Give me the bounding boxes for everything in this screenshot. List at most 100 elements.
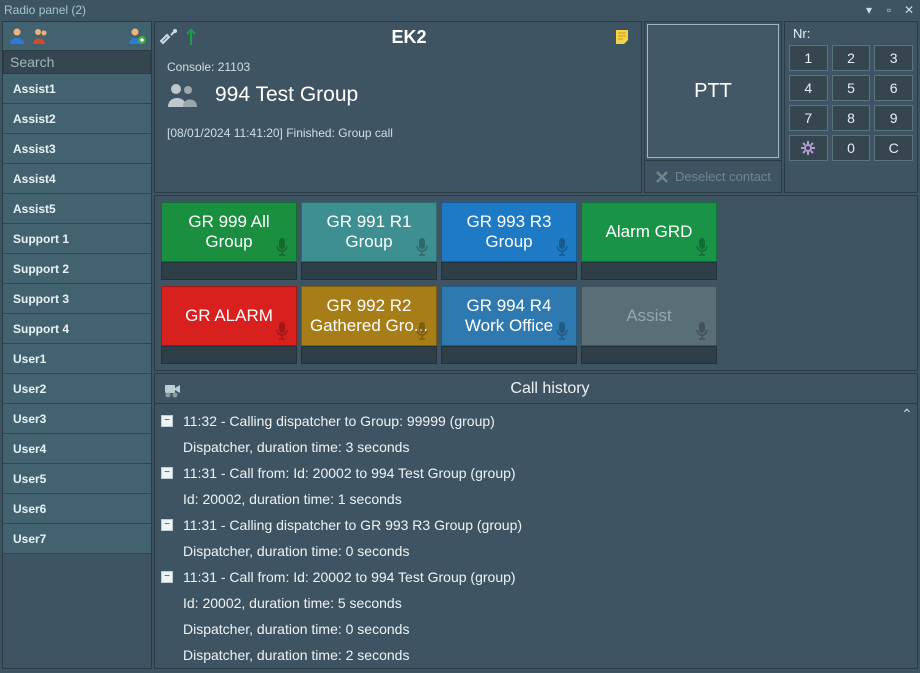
history-line: Dispatcher, duration time: 0 seconds xyxy=(183,619,516,639)
sidebar-item[interactable]: User7 xyxy=(3,524,151,554)
ptt-label: PTT xyxy=(694,80,732,103)
history-line: Id: 20002, duration time: 1 seconds xyxy=(183,489,516,509)
mic-icon xyxy=(414,321,430,341)
tile-button[interactable]: GR 991 R1 Group xyxy=(301,202,437,262)
history-lines: 11:31 - Call from: Id: 20002 to 994 Test… xyxy=(183,463,516,509)
sidebar-item[interactable]: User1 xyxy=(3,344,151,374)
main: EK2 Console: 21103 994 Test Group [08/01… xyxy=(154,21,918,669)
search-input[interactable] xyxy=(3,50,151,74)
history-item: −11:31 - Call from: Id: 20002 to 994 Tes… xyxy=(161,564,917,668)
sidebar-item[interactable]: User3 xyxy=(3,404,151,434)
sidebar-item[interactable]: Support 3 xyxy=(3,284,151,314)
sidebar-item[interactable]: Assist3 xyxy=(3,134,151,164)
history-line: Dispatcher, duration time: 3 seconds xyxy=(183,437,495,457)
call-history-panel: Call history ⌃ −11:32 - Calling dispatch… xyxy=(154,373,918,669)
tile: GR 993 R3 Group xyxy=(441,202,577,280)
history-line: Dispatcher, duration time: 0 seconds xyxy=(183,541,522,561)
numkey-4[interactable]: 4 xyxy=(789,75,828,101)
numpad-label: Nr: xyxy=(787,24,915,45)
scroll-up-icon[interactable]: ⌃ xyxy=(901,406,915,420)
tile: GR 991 R1 Group xyxy=(301,202,437,280)
sidebar-item[interactable]: Support 4 xyxy=(3,314,151,344)
numkey-8[interactable]: 8 xyxy=(832,105,871,131)
collapse-toggle[interactable]: − xyxy=(161,571,173,583)
tile-label: Alarm GRD xyxy=(606,222,693,242)
sidebar-item[interactable]: User4 xyxy=(3,434,151,464)
sidebar-item[interactable]: Assist1 xyxy=(3,74,151,104)
tile-label: GR ALARM xyxy=(185,306,273,326)
deselect-contact-button[interactable]: Deselect contact xyxy=(645,160,781,192)
close-icon[interactable]: ✕ xyxy=(902,3,916,17)
collapse-toggle[interactable]: − xyxy=(161,467,173,479)
numkey-5[interactable]: 5 xyxy=(832,75,871,101)
history-item: −11:31 - Calling dispatcher to GR 993 R3… xyxy=(161,512,917,564)
sidebar: Assist1Assist2Assist3Assist4Assist5Suppo… xyxy=(2,21,152,669)
user-list: Assist1Assist2Assist3Assist4Assist5Suppo… xyxy=(3,74,151,668)
history-line: 11:31 - Call from: Id: 20002 to 994 Test… xyxy=(183,463,516,483)
tile: Assist xyxy=(581,286,717,364)
tile-button[interactable]: Alarm GRD xyxy=(581,202,717,262)
add-contact-icon[interactable] xyxy=(127,26,147,46)
tile-label: GR 991 R1 Group xyxy=(308,212,430,252)
history-item: −11:31 - Call from: Id: 20002 to 994 Tes… xyxy=(161,460,917,512)
sidebar-item[interactable]: User2 xyxy=(3,374,151,404)
mic-icon xyxy=(694,321,710,341)
tile-status-bar xyxy=(161,262,297,280)
titlebar: Radio panel (2) ▾ ▫ ✕ xyxy=(0,0,920,20)
group-name: 994 Test Group xyxy=(215,83,358,107)
ptt-button[interactable]: PTT xyxy=(647,24,779,158)
numkey-7[interactable]: 7 xyxy=(789,105,828,131)
sidebar-item[interactable]: User6 xyxy=(3,494,151,524)
numkey-9[interactable]: 9 xyxy=(874,105,913,131)
maximize-icon[interactable]: ▫ xyxy=(882,3,896,17)
sticky-note-icon[interactable] xyxy=(613,27,633,47)
tile-status-bar xyxy=(581,346,717,364)
numkey-3[interactable]: 3 xyxy=(874,45,913,71)
tile: GR 992 R2 Gathered Gro... xyxy=(301,286,437,364)
tools-icon[interactable] xyxy=(159,27,179,47)
tile-status-bar xyxy=(441,346,577,364)
tile-grid: GR 999 All Group GR 991 R1 Group GR 993 R3… xyxy=(154,195,918,371)
collapse-toggle[interactable]: − xyxy=(161,519,173,531)
tile-button[interactable]: GR 992 R2 Gathered Gro... xyxy=(301,286,437,346)
history-body: ⌃ −11:32 - Calling dispatcher to Group: … xyxy=(155,404,917,668)
tile-button[interactable]: GR 994 R4 Work Office xyxy=(441,286,577,346)
group-line: 994 Test Group xyxy=(167,82,629,108)
mic-icon xyxy=(414,237,430,257)
tile: GR 999 All Group xyxy=(161,202,297,280)
minimize-icon[interactable]: ▾ xyxy=(862,3,876,17)
mic-icon xyxy=(274,237,290,257)
contacts-group-icon[interactable] xyxy=(31,26,51,46)
sidebar-item[interactable]: Assist5 xyxy=(3,194,151,224)
history-item: −11:32 - Calling dispatcher to Group: 99… xyxy=(161,408,917,460)
sidebar-item[interactable]: Assist2 xyxy=(3,104,151,134)
mic-icon xyxy=(554,237,570,257)
numkey-6[interactable]: 6 xyxy=(874,75,913,101)
contacts-single-icon[interactable] xyxy=(7,26,27,46)
tile-button[interactable]: GR ALARM xyxy=(161,286,297,346)
sidebar-item[interactable]: Assist4 xyxy=(3,164,151,194)
history-line: 11:32 - Calling dispatcher to Group: 999… xyxy=(183,411,495,431)
channel-title: EK2 xyxy=(205,27,613,48)
tile-button[interactable]: GR 993 R3 Group xyxy=(441,202,577,262)
numkey-2[interactable]: 2 xyxy=(832,45,871,71)
tile-label: GR 993 R3 Group xyxy=(448,212,570,252)
sidebar-item[interactable]: Support 1 xyxy=(3,224,151,254)
console-line: Console: 21103 xyxy=(167,60,629,74)
sidebar-item[interactable]: Support 2 xyxy=(3,254,151,284)
mic-icon xyxy=(274,321,290,341)
numkey-C[interactable]: C xyxy=(874,135,913,161)
collapse-toggle[interactable]: − xyxy=(161,415,173,427)
numpad: Nr: 123 456 7890C xyxy=(784,21,918,193)
history-line: 11:31 - Call from: Id: 20002 to 994 Test… xyxy=(183,567,516,587)
tile-button[interactable]: Assist xyxy=(581,286,717,346)
mic-icon xyxy=(554,321,570,341)
tile-button[interactable]: GR 999 All Group xyxy=(161,202,297,262)
tile-status-bar xyxy=(581,262,717,280)
numkey-0[interactable]: 0 xyxy=(832,135,871,161)
numkey-1[interactable]: 1 xyxy=(789,45,828,71)
refresh-icon[interactable] xyxy=(181,27,201,47)
tile-label: Assist xyxy=(626,306,671,326)
gear-icon[interactable] xyxy=(789,135,828,161)
sidebar-item[interactable]: User5 xyxy=(3,464,151,494)
